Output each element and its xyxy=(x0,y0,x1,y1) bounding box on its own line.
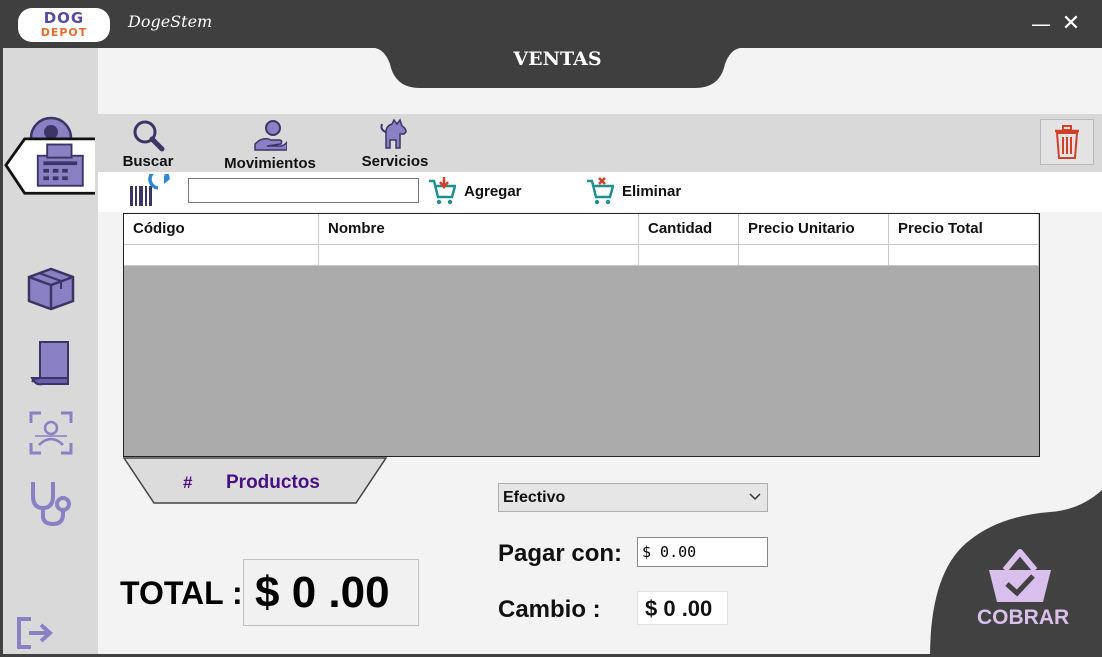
sales-table[interactable]: Código Nombre Cantidad Precio Unitario P… xyxy=(123,213,1040,457)
logout-button[interactable] xyxy=(3,603,98,657)
products-label: Productos xyxy=(226,472,320,493)
cart-remove-icon xyxy=(587,177,614,205)
total-label: TOTAL : xyxy=(120,575,243,611)
products-count: # xyxy=(183,473,193,492)
stethoscope-icon xyxy=(30,482,71,527)
cart-add-icon xyxy=(429,177,456,205)
payment-method-select[interactable]: Efectivo xyxy=(498,483,768,512)
money-hand-icon xyxy=(254,120,288,151)
cambio-value: $ 0 .00 xyxy=(645,596,713,621)
dog-depot-logo: DOG DEPOT xyxy=(18,8,110,42)
sidebar-item-empleados[interactable] xyxy=(3,403,98,463)
product-code-input[interactable] xyxy=(188,178,419,203)
search-icon xyxy=(133,120,165,152)
logout-icon xyxy=(17,617,54,649)
column-header-precio-unitario[interactable]: Precio Unitario xyxy=(739,214,889,244)
eliminar-button[interactable]: Eliminar xyxy=(586,175,681,207)
sidebar-item-inventario[interactable] xyxy=(3,258,98,318)
barcode-refresh-icon[interactable] xyxy=(128,174,174,208)
page-title: VENTAS xyxy=(513,48,602,70)
table-row[interactable] xyxy=(124,244,1039,266)
sidebar-item-veterinaria[interactable] xyxy=(3,473,98,533)
toolbar: Buscar Movimientos Servicios xyxy=(98,114,1102,172)
column-header-nombre[interactable]: Nombre xyxy=(319,214,639,244)
trash-icon xyxy=(1055,125,1079,159)
agregar-button[interactable]: Agregar xyxy=(428,175,522,207)
total-display: $ 0 .00 xyxy=(243,559,419,626)
servicios-label: Servicios xyxy=(361,153,429,170)
column-header-precio-total[interactable]: Precio Total xyxy=(889,214,1039,244)
close-button[interactable]: ✕ xyxy=(1057,10,1085,38)
pagar-con-label: Pagar con: xyxy=(498,540,623,567)
column-header-codigo[interactable]: Código xyxy=(124,214,319,244)
table-cell[interactable] xyxy=(889,245,1039,265)
chevron-down-icon xyxy=(749,493,761,501)
column-header-cantidad[interactable]: Cantidad xyxy=(639,214,739,244)
book-icon xyxy=(29,341,69,386)
total-value: $ 0 .00 xyxy=(255,568,390,617)
cambio-label: Cambio : xyxy=(498,596,601,623)
table-header: Código Nombre Cantidad Precio Unitario P… xyxy=(124,214,1039,244)
app-title: DogeStem xyxy=(128,12,213,31)
buscar-button[interactable]: Buscar xyxy=(120,118,176,170)
dog-icon xyxy=(380,118,407,149)
movimientos-button[interactable]: Movimientos xyxy=(218,118,322,172)
basket-check-icon xyxy=(989,549,1051,602)
logo-text-bottom: DEPOT xyxy=(40,26,88,39)
cambio-display: $ 0 .00 xyxy=(637,591,728,625)
agregar-label: Agregar xyxy=(464,182,522,200)
table-cell[interactable] xyxy=(124,245,319,265)
sidebar-item-reportes[interactable] xyxy=(3,333,98,393)
eliminar-label: Eliminar xyxy=(622,182,682,200)
payment-method-value: Efectivo xyxy=(503,489,566,506)
minimize-button[interactable]: — xyxy=(1027,10,1055,38)
employee-scan-icon xyxy=(29,411,72,455)
table-cell[interactable] xyxy=(739,245,889,265)
table-cell[interactable] xyxy=(319,245,639,265)
trash-button[interactable] xyxy=(1040,119,1094,165)
title-bar: DOG DEPOT DogeStem — ✕ xyxy=(0,0,1102,48)
box-icon xyxy=(27,267,74,311)
pagar-con-input[interactable] xyxy=(637,537,768,567)
logo-text-top: DOG xyxy=(43,9,85,27)
cobrar-label: COBRAR xyxy=(977,606,1070,629)
movimientos-label: Movimientos xyxy=(224,155,316,172)
sidebar-item-ventas[interactable] xyxy=(1,137,98,197)
table-cell[interactable] xyxy=(639,245,739,265)
product-entry-row: Agregar Eliminar xyxy=(98,172,1102,212)
buscar-label: Buscar xyxy=(122,153,174,170)
servicios-button[interactable]: Servicios xyxy=(360,118,430,170)
